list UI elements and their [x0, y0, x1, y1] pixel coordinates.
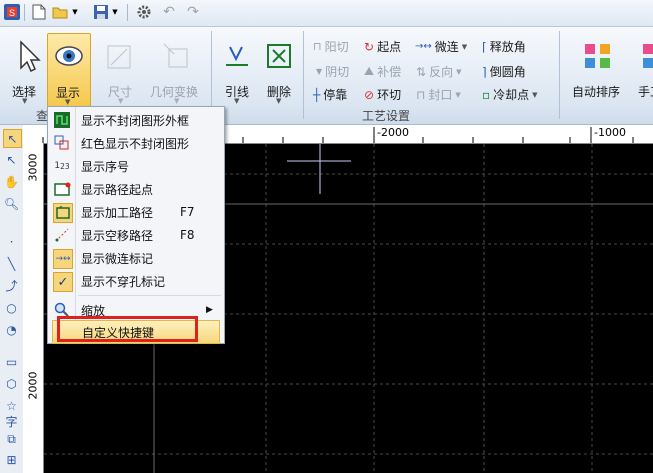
menu-item-show-sequence[interactable]: 123 显示序号 — [48, 155, 224, 177]
quick-access-toolbar: S ▼ ▼ ↶ ↷ — [0, 0, 653, 27]
bridge-tool-icon[interactable]: ⧉ — [3, 431, 20, 448]
red-highlight-box — [57, 316, 198, 342]
save-icon[interactable] — [92, 3, 110, 21]
star-tool-icon[interactable]: ☆ — [3, 397, 20, 414]
auto-sort-button[interactable]: 自动排序 — [570, 33, 626, 105]
ruler-label-top-1: -2000 — [377, 126, 409, 139]
cool-point-button[interactable]: ▫ 冷却点 ▼ — [482, 86, 538, 103]
manual-label: 手工 — [638, 85, 653, 99]
size-button[interactable]: 尺寸 ▼ — [100, 33, 140, 105]
polyline-tool-icon[interactable]: ⤴ — [3, 277, 20, 294]
display-button[interactable]: 显示 ▼ — [47, 33, 91, 107]
redo-icon[interactable]: ↷ — [184, 3, 202, 21]
idle-move-path-icon — [53, 226, 71, 244]
polygon-tool-icon[interactable]: ⬡ — [3, 375, 20, 392]
vertical-ruler: 3000 2000 — [23, 143, 44, 473]
round-corner-button[interactable]: ⌉ 倒圆角 — [482, 63, 526, 80]
auto-sort-icon — [585, 44, 610, 68]
eye-icon — [55, 46, 83, 66]
menu-item-show-open-shape-frame[interactable]: 显示不封闭图形外框 — [48, 109, 224, 131]
open-file-icon[interactable] — [52, 3, 70, 21]
menu-item-show-no-pierce[interactable]: ✓ 显示不穿孔标记 — [48, 270, 224, 292]
app-logo-icon[interactable]: S — [3, 3, 21, 21]
checkmark-icon: ✓ — [53, 272, 73, 292]
select-button[interactable]: 选择 ▼ — [8, 33, 44, 105]
ruler-label-left-2: 2000 — [26, 371, 40, 400]
zoom-tool-icon[interactable]: 🔍︎ — [3, 195, 20, 212]
transform-icon — [163, 43, 188, 68]
geometry-transform-button[interactable]: 几何变换 ▼ — [150, 33, 202, 105]
circle-tool-icon[interactable]: ○ — [3, 299, 20, 316]
save-dropdown-icon[interactable]: ▼ — [110, 3, 120, 21]
text-tool-icon[interactable]: 字 — [3, 413, 20, 430]
measure-tool-icon[interactable]: ⊞ — [3, 451, 20, 468]
ruler-label-top-2: -1000 — [594, 126, 626, 139]
crosshair-cursor — [287, 144, 351, 194]
reverse-button[interactable]: ⇅ 反向 ▼ — [416, 63, 461, 80]
new-file-icon[interactable] — [30, 3, 48, 21]
delete-button[interactable]: 删除 ▼ — [262, 33, 296, 105]
display-dropdown-menu: 显示不封闭图形外框 红色显示不封闭图形 123 显示序号 显示路径起点 显示加工… — [47, 106, 225, 344]
node-edit-icon[interactable]: ↖ — [3, 151, 20, 168]
path-start-icon — [53, 180, 71, 198]
open-dropdown-icon[interactable]: ▼ — [70, 3, 80, 21]
micro-connect-button[interactable]: →↔ 微连 ▼ — [415, 38, 467, 55]
point-tool-icon[interactable]: · — [3, 233, 20, 250]
menu-item-show-path-start[interactable]: 显示路径起点 — [48, 178, 224, 200]
ruler-label-left-1: 3000 — [26, 153, 40, 182]
pan-hand-icon[interactable]: ✋ — [3, 173, 20, 190]
menu-item-red-open-shape[interactable]: 红色显示不封闭图形 — [48, 132, 224, 154]
cut-yang-button[interactable]: ⊓ 阳切 — [313, 38, 349, 55]
manual-sort-icon — [643, 44, 653, 68]
cut-yin-button[interactable]: ▼ 阴切 — [316, 63, 349, 80]
manual-button[interactable]: 手工 — [635, 33, 653, 105]
menu-item-show-machining-path[interactable]: 显示加工路径 F7 — [48, 201, 224, 223]
dimension-icon — [107, 45, 131, 69]
delete-icon — [267, 44, 291, 68]
ring-cut-button[interactable]: ⊘ 环切 — [364, 86, 401, 103]
machining-path-icon — [53, 203, 73, 223]
pointer-tool-icon[interactable]: ↖ — [3, 129, 22, 148]
micro-joint-icon: →↔ — [53, 249, 73, 269]
compensate-button[interactable]: ⛰ 补偿 — [364, 63, 401, 80]
red-open-shape-icon — [53, 134, 71, 152]
start-point-button[interactable]: ↻ 起点 — [364, 38, 401, 55]
submenu-arrow-icon: ▶ — [206, 305, 213, 315]
svg-text:S: S — [9, 8, 15, 18]
arc-tool-icon[interactable]: ◔ — [3, 321, 20, 338]
leadline-icon — [226, 46, 248, 66]
menu-item-show-idle-move-path[interactable]: 显示空移路径 F8 — [48, 224, 224, 246]
seal-button[interactable]: ⊓ 封口 ▼ — [416, 86, 461, 103]
menu-item-show-micro-joint[interactable]: →↔ 显示微连标记 — [48, 247, 224, 269]
stop-button[interactable]: ┼ 停靠 — [313, 86, 347, 103]
cursor-arrow-icon — [20, 40, 41, 73]
open-shape-frame-icon — [53, 111, 71, 129]
rectangle-tool-icon[interactable]: ▭ — [3, 353, 20, 370]
leadline-button[interactable]: 引线 ▼ — [220, 33, 254, 105]
undo-icon[interactable]: ↶ — [160, 3, 178, 21]
release-angle-button[interactable]: ⌈ 释放角 — [482, 38, 526, 55]
group-label-process-settings: 工艺设置 — [362, 109, 411, 123]
sequence-number-icon: 123 — [54, 161, 70, 171]
gear-icon[interactable] — [135, 3, 153, 21]
left-toolbar: ↖ ↖ ✋ 🔍︎ · ╲ ⤴ ○ ◔ ▭ ⬡ ☆ 字 ⧉ ⊞ — [0, 125, 24, 473]
auto-sort-label: 自动排序 — [572, 85, 621, 99]
line-tool-icon[interactable]: ╲ — [3, 255, 20, 272]
